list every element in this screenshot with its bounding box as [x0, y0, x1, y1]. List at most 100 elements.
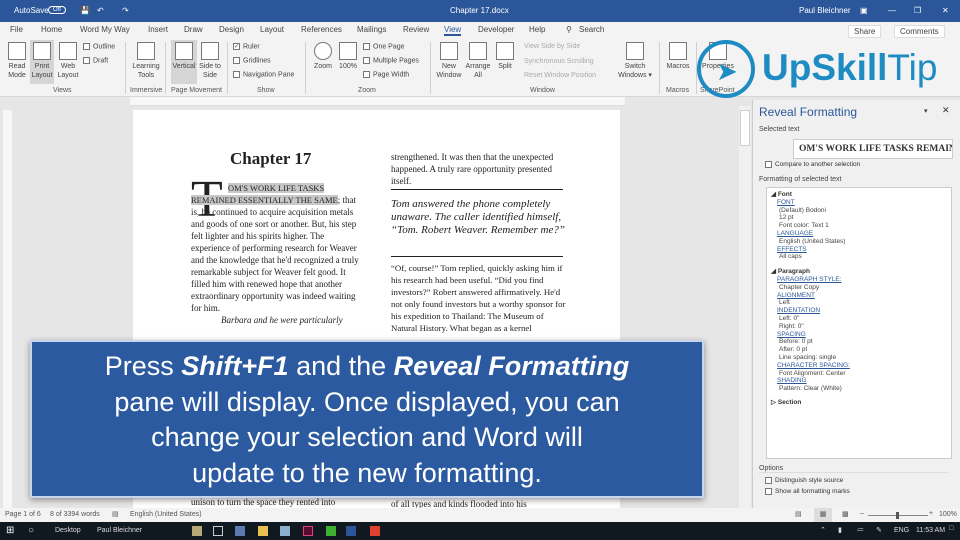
language-status[interactable]: English (United States) [130, 511, 202, 518]
app-red-icon[interactable] [370, 526, 380, 536]
outline-button[interactable]: Outline [83, 43, 115, 50]
minimize-icon[interactable]: — [888, 6, 896, 15]
side-to-side-button[interactable]: Side to Side [198, 42, 222, 80]
tab-design[interactable]: Design [219, 25, 244, 34]
tab-review[interactable]: Review [403, 25, 429, 34]
synchronous-scrolling-button[interactable]: Synchronous Scrolling [524, 58, 594, 65]
effects-link[interactable]: EFFECTS [771, 246, 951, 254]
notes-icon[interactable] [280, 526, 290, 536]
learning-tools-button[interactable]: Learning Tools [130, 42, 162, 80]
save-icon[interactable]: 💾 [80, 6, 90, 15]
zoom-100-button[interactable]: 100% [337, 42, 359, 71]
new-window-button[interactable]: New Window [434, 42, 464, 80]
vertical-ruler[interactable] [3, 110, 12, 508]
comments-button[interactable]: Comments [894, 25, 945, 38]
window-app-icon[interactable] [213, 526, 223, 536]
scrollbar-thumb[interactable] [740, 110, 750, 146]
wifi-icon[interactable]: ≔ [857, 526, 864, 534]
font-section-header[interactable]: ◢ Font [771, 191, 951, 199]
split-button[interactable]: Split [493, 42, 517, 71]
distinguish-style-checkbox[interactable]: Distinguish style source [765, 477, 843, 484]
autosave-toggle[interactable]: Off [48, 6, 66, 14]
search-box[interactable]: Search [579, 25, 604, 34]
arrange-all-button[interactable]: Arrange All [464, 42, 492, 80]
selected-text-preview[interactable]: OM'S WORK LIFE TASKS REMAINED E [793, 139, 953, 159]
share-button[interactable]: Share [848, 25, 882, 38]
macros-button[interactable]: Macros [663, 42, 693, 71]
indesign-icon[interactable] [303, 526, 313, 536]
photos-icon[interactable] [235, 526, 245, 536]
print-layout-icon[interactable]: ▦ [814, 508, 832, 522]
page-width-button[interactable]: Page Width [363, 71, 409, 78]
proofing-icon[interactable]: ▤ [112, 510, 119, 518]
one-page-button[interactable]: One Page [363, 43, 405, 50]
paragraph-style-link[interactable]: PARAGRAPH STYLE: [771, 276, 951, 284]
read-mode-icon[interactable]: ▤ [795, 510, 802, 518]
zoom-out-button[interactable]: – [860, 510, 864, 517]
selected-text[interactable]: OM'S WORK LIFE TASKS REMAINED ESSENTIALL… [191, 183, 338, 205]
desktop-toolbar[interactable]: Desktop [55, 527, 81, 534]
section-section-header[interactable]: ▷ Section [771, 399, 951, 407]
tab-file[interactable]: File [10, 25, 23, 34]
web-layout-button[interactable]: Web Layout [56, 42, 80, 80]
search-icon[interactable]: ⚲ [566, 25, 572, 34]
tab-insert[interactable]: Insert [148, 25, 168, 34]
tray-chevron-icon[interactable]: ⌃ [820, 526, 826, 534]
app-icon[interactable] [192, 526, 202, 536]
clock[interactable]: 11:53 AM [916, 527, 945, 534]
tab-mailings[interactable]: Mailings [357, 25, 386, 34]
font-link[interactable]: FONT [771, 199, 951, 207]
pane-options-icon[interactable]: ▾ [924, 107, 928, 115]
switch-windows-button[interactable]: Switch Windows ▾ [615, 42, 655, 80]
input-language[interactable]: ENG [894, 527, 909, 534]
multiple-pages-button[interactable]: Multiple Pages [363, 57, 419, 64]
cortana-icon[interactable]: ○ [28, 525, 34, 536]
show-formatting-marks-checkbox[interactable]: Show all formatting marks [765, 488, 850, 495]
vertical-button[interactable]: Vertical [171, 40, 197, 84]
user-toolbar[interactable]: Paul Bleichner [97, 527, 142, 534]
ruler-checkbox[interactable]: ✓ Ruler [233, 43, 260, 50]
pen-icon[interactable]: ✎ [876, 526, 882, 534]
draft-button[interactable]: Draft [83, 57, 108, 64]
zoom-button[interactable]: Zoom [311, 42, 335, 71]
zoom-slider[interactable] [868, 512, 928, 519]
tab-developer[interactable]: Developer [478, 25, 514, 34]
tab-help[interactable]: Help [529, 25, 545, 34]
restore-icon[interactable]: ❐ [914, 6, 921, 15]
battery-icon[interactable]: ▮ [838, 526, 842, 534]
read-mode-button[interactable]: Read Mode [5, 42, 29, 80]
close-icon[interactable]: ✕ [942, 6, 949, 15]
zoom-level[interactable]: 100% [939, 511, 957, 518]
user-name[interactable]: Paul Bleichner [799, 6, 851, 15]
view-side-by-side-button[interactable]: View Side by Side [524, 43, 580, 50]
zoom-in-button[interactable]: + [929, 510, 933, 517]
zoom-slider-thumb[interactable] [896, 512, 899, 519]
reset-window-position-button[interactable]: Reset Window Position [524, 72, 596, 79]
web-layout-icon[interactable]: ▩ [842, 510, 849, 518]
page-count[interactable]: Page 1 of 6 [5, 511, 41, 518]
character-spacing-link[interactable]: CHARACTER SPACING: [771, 362, 951, 370]
indentation-link[interactable]: INDENTATION [771, 307, 951, 315]
language-link[interactable]: LANGUAGE [771, 230, 951, 238]
shading-link[interactable]: SHADING [771, 377, 951, 385]
compare-checkbox[interactable]: Compare to another selection [765, 161, 860, 168]
pane-close-icon[interactable]: ✕ [942, 105, 950, 116]
tab-references[interactable]: References [301, 25, 342, 34]
word-count[interactable]: 8 of 3394 words [50, 511, 100, 518]
undo-icon[interactable]: ↶ [97, 6, 104, 15]
formatting-tree[interactable]: ◢ Font FONT (Default) Bodoni 12 pt Font co… [766, 187, 952, 459]
paragraph-section-header[interactable]: ◢ Paragraph [771, 268, 951, 276]
notifications-icon[interactable]: □ [949, 525, 953, 532]
document-scrollbar[interactable] [739, 106, 751, 508]
tab-word-my-way[interactable]: Word My Way [80, 25, 130, 34]
alignment-link[interactable]: ALIGNMENT [771, 292, 951, 300]
redo-icon[interactable]: ↷ [122, 6, 129, 15]
windows-start-icon[interactable]: ⊞ [6, 525, 14, 536]
horizontal-ruler[interactable] [130, 97, 625, 106]
print-layout-button[interactable]: Print Layout [30, 40, 54, 84]
navigation-pane-checkbox[interactable]: Navigation Pane [233, 71, 294, 78]
spacing-link[interactable]: SPACING [771, 331, 951, 339]
word-icon[interactable] [346, 526, 356, 536]
gridlines-checkbox[interactable]: Gridlines [233, 57, 271, 64]
file-explorer-icon[interactable] [258, 526, 268, 536]
